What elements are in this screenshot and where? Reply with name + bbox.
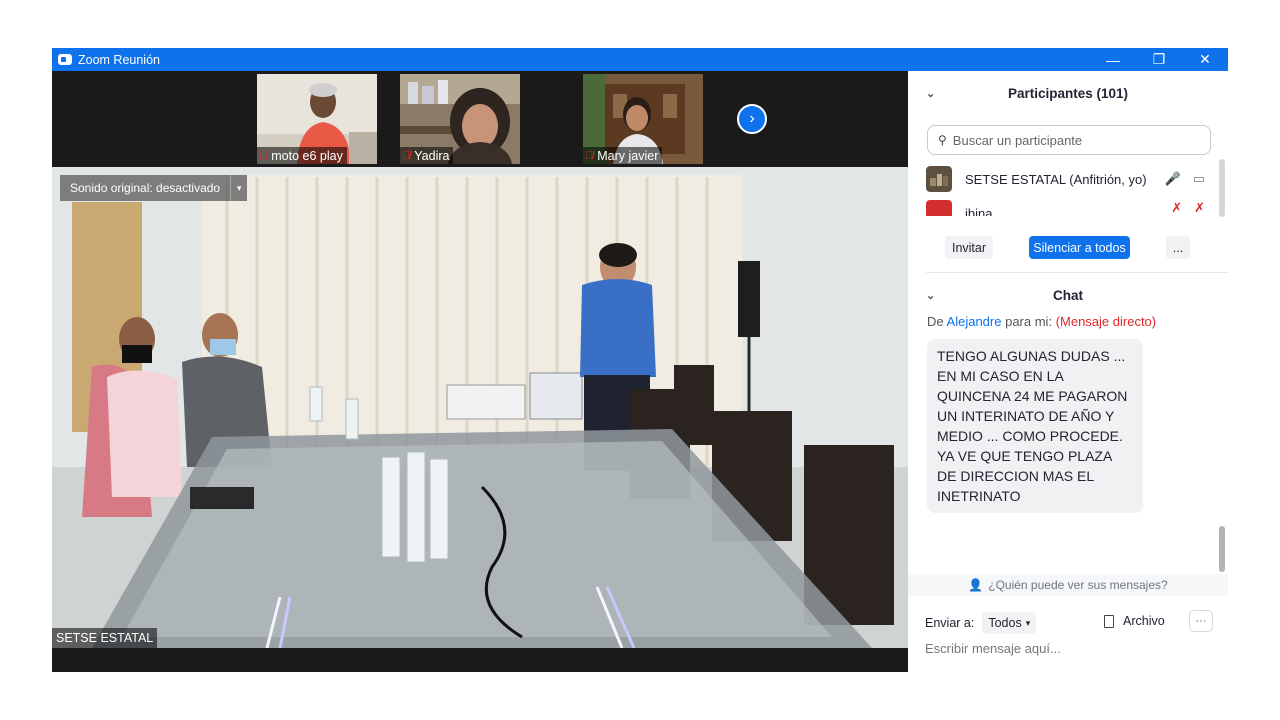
person-shield-icon: 👤 bbox=[968, 578, 984, 592]
collapse-chevron-icon[interactable]: ⌄ bbox=[926, 87, 935, 100]
zoom-logo-icon bbox=[58, 54, 72, 65]
direct-message-badge: (Mensaje directo) bbox=[1055, 314, 1157, 329]
divider bbox=[926, 272, 1228, 273]
participants-scrollbar[interactable] bbox=[1219, 159, 1225, 217]
send-to-label: Enviar a: bbox=[925, 616, 975, 630]
participant-row[interactable]: SETSE ESTATAL (Anfitrión, yo) 🎤 ▭ bbox=[926, 164, 1211, 194]
from-prefix: De bbox=[927, 314, 944, 329]
thumbnail-name-label: 🎙̸ Mary javier bbox=[583, 147, 663, 164]
avatar bbox=[926, 166, 952, 192]
file-button[interactable]: Archivo bbox=[1104, 614, 1165, 628]
thumbnail-name-label: 🎙̸ Yadira bbox=[400, 147, 454, 164]
participant-row[interactable]: ibina ✗ ✗ bbox=[926, 200, 1211, 216]
avatar bbox=[926, 200, 952, 216]
participant-name: Mary javier bbox=[597, 148, 659, 163]
restore-button[interactable]: ❐ bbox=[1136, 48, 1182, 71]
recipient-value: Todos bbox=[988, 616, 1022, 630]
video-camera-icon[interactable]: ▭ bbox=[1193, 171, 1205, 187]
chat-header: ⌄ Chat bbox=[908, 275, 1228, 315]
video-area: 🎙̸ moto e6 play 🎙̸ Yadira 🎙̸ Mary javier… bbox=[52, 71, 908, 672]
participant-name: ibina bbox=[965, 206, 993, 216]
mute-all-button[interactable]: Silenciar a todos bbox=[1029, 236, 1130, 259]
muted-mic-icon: 🎙̸ bbox=[259, 149, 268, 162]
participants-title: Participantes (101) bbox=[1007, 85, 1129, 101]
participant-name: Yadira bbox=[414, 148, 450, 163]
chat-more-button[interactable]: ··· bbox=[1189, 610, 1213, 632]
sender-name-link[interactable]: Alejandre bbox=[947, 314, 1002, 329]
side-panel: ⌄ Participantes (101) ⚲ Buscar un partic… bbox=[908, 71, 1228, 672]
search-placeholder: Buscar un participante bbox=[952, 132, 1083, 148]
participant-video-thumbnail[interactable]: 🎙̸ moto e6 play bbox=[257, 74, 377, 164]
participant-actions: Invitar Silenciar a todos ... bbox=[908, 236, 1228, 264]
more-options-button[interactable]: ... bbox=[1166, 236, 1190, 259]
chat-title: Chat bbox=[1053, 287, 1083, 303]
file-label: Archivo bbox=[1123, 614, 1165, 628]
next-page-arrow-icon[interactable]: › bbox=[737, 104, 767, 134]
participant-video-thumbnail[interactable]: 🎙̸ Mary javier bbox=[583, 74, 703, 164]
close-button[interactable]: ✕ bbox=[1182, 48, 1228, 71]
participant-name: moto e6 play bbox=[271, 148, 343, 163]
video-off-icon[interactable]: ✗ bbox=[1194, 200, 1205, 216]
thumbnail-strip: 🎙̸ moto e6 play 🎙̸ Yadira 🎙̸ Mary javier… bbox=[52, 71, 908, 167]
invite-button[interactable]: Invitar bbox=[945, 236, 993, 259]
participant-video-thumbnail[interactable]: 🎙̸ Yadira bbox=[400, 74, 520, 164]
chat-message-sender: De Alejandre para mi: (Mensaje directo) bbox=[927, 314, 1156, 329]
conference-room-video-image bbox=[52, 167, 908, 648]
recipient-label: para mi: bbox=[1005, 314, 1053, 329]
chevron-down-icon[interactable]: ▾ bbox=[230, 175, 247, 201]
muted-mic-icon: 🎙̸ bbox=[585, 149, 594, 162]
file-icon bbox=[1104, 614, 1114, 628]
chat-scrollbar[interactable] bbox=[1219, 526, 1225, 572]
muted-mic-icon[interactable]: ✗ bbox=[1171, 200, 1182, 216]
window-title: Zoom Reunión bbox=[78, 52, 160, 67]
participants-header: ⌄ Participantes (101) bbox=[908, 71, 1228, 115]
recipient-dropdown[interactable]: Todos ▾ bbox=[982, 612, 1037, 634]
who-can-see-messages[interactable]: 👤 ¿Quién puede ver sus mensajes? bbox=[908, 574, 1228, 596]
search-icon: ⚲ bbox=[938, 133, 947, 147]
participant-search-input[interactable]: ⚲ Buscar un participante bbox=[927, 125, 1211, 155]
thumbnail-name-label: 🎙̸ moto e6 play bbox=[257, 147, 347, 164]
active-speaker-video: Sonido original: desactivado ▾ SETSE EST… bbox=[52, 167, 908, 648]
bottom-bar bbox=[52, 648, 908, 672]
collapse-chevron-icon[interactable]: ⌄ bbox=[926, 289, 935, 302]
speaker-name-label: SETSE ESTATAL bbox=[52, 628, 158, 648]
minimize-button[interactable]: — bbox=[1090, 48, 1136, 71]
muted-mic-icon: 🎙̸ bbox=[402, 149, 411, 162]
chat-message-input[interactable]: Escribir mensaje aquí... bbox=[925, 641, 1061, 656]
title-bar: Zoom Reunión — ❐ ✕ bbox=[52, 48, 1228, 71]
participant-name: SETSE ESTATAL (Anfitrión, yo) bbox=[965, 171, 1147, 187]
send-to-row: Enviar a: Todos ▾ bbox=[925, 612, 1037, 634]
zoom-window: Zoom Reunión — ❐ ✕ 🎙̸ moto e6 play 🎙̸ Ya… bbox=[52, 48, 1228, 672]
original-sound-label: Sonido original: desactivado bbox=[70, 181, 221, 195]
who-can-see-label: ¿Quién puede ver sus mensajes? bbox=[988, 578, 1168, 592]
chat-message-bubble[interactable]: TENGO ALGUNAS DUDAS ... EN MI CASO EN LA… bbox=[927, 339, 1143, 513]
microphone-icon[interactable]: 🎤 bbox=[1165, 171, 1181, 187]
chevron-down-icon: ▾ bbox=[1025, 617, 1031, 628]
original-sound-toggle[interactable]: Sonido original: desactivado ▾ bbox=[60, 175, 248, 201]
